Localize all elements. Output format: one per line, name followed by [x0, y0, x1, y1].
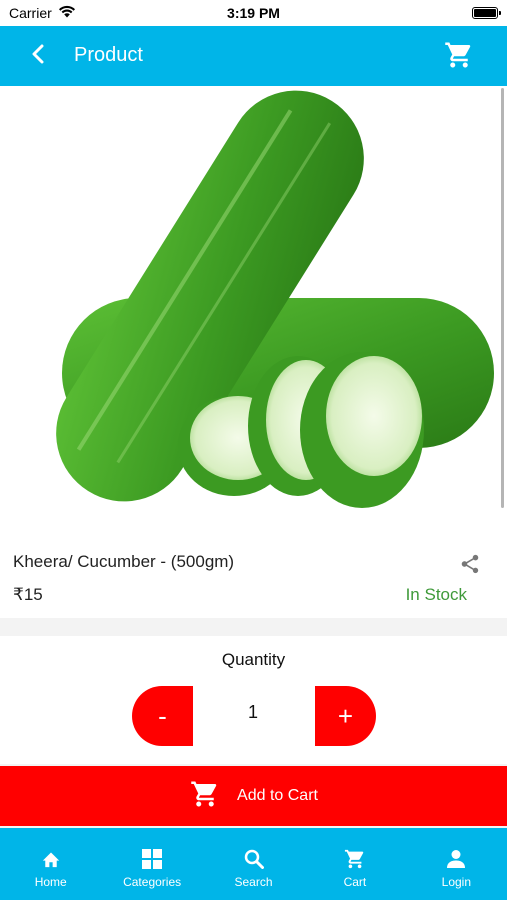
product-info: Kheera/ Cucumber - (500gm) ₹15 In Stock: [0, 540, 507, 618]
nav-item-login[interactable]: Login: [406, 828, 507, 900]
product-image: [0, 86, 507, 540]
nav-item-search[interactable]: Search: [203, 828, 304, 900]
chevron-left-icon: [31, 44, 45, 69]
add-to-cart-button[interactable]: Add to Cart: [0, 766, 507, 826]
status-time: 3:19 PM: [227, 5, 280, 21]
person-icon: [445, 848, 467, 870]
product-name: Kheera/ Cucumber - (500gm): [13, 552, 235, 571]
quantity-section: Quantity - 1 +: [0, 636, 507, 764]
bottom-nav: Home Categories Search Cart Login: [0, 828, 507, 900]
cart-icon: [443, 40, 475, 75]
product-price: ₹15: [13, 585, 43, 604]
header-cart-button[interactable]: [441, 39, 477, 75]
back-button[interactable]: [22, 40, 54, 72]
decrement-button[interactable]: -: [132, 686, 193, 746]
cucumber-illustration: [56, 90, 494, 508]
quantity-value: 1: [247, 702, 258, 722]
nav-item-cart[interactable]: Cart: [304, 828, 405, 900]
nav-label: Home: [34, 875, 67, 889]
increment-button[interactable]: +: [315, 686, 376, 746]
nav-label: Cart: [343, 875, 367, 889]
home-icon: [40, 848, 62, 870]
nav-item-categories[interactable]: Categories: [101, 828, 202, 900]
cart-icon: [189, 779, 221, 814]
battery-icon: [472, 7, 501, 19]
status-bar: Carrier 3:19 PM: [0, 0, 507, 26]
scroll-indicator[interactable]: [501, 88, 504, 508]
add-to-cart-label: Add to Cart: [237, 787, 318, 804]
nav-item-home[interactable]: Home: [0, 828, 101, 900]
search-icon: [243, 848, 265, 870]
nav-label: Search: [234, 875, 273, 889]
page-title: Product: [74, 44, 143, 66]
share-icon: [459, 554, 481, 579]
grid-icon: [141, 848, 163, 870]
nav-label: Login: [441, 875, 472, 889]
share-button[interactable]: [459, 553, 481, 575]
nav-label: Categories: [123, 875, 182, 889]
app-bar: Product: [0, 26, 507, 86]
stock-status: In Stock: [405, 585, 467, 604]
quantity-label: Quantity: [221, 650, 286, 669]
cart-icon: [344, 848, 366, 870]
